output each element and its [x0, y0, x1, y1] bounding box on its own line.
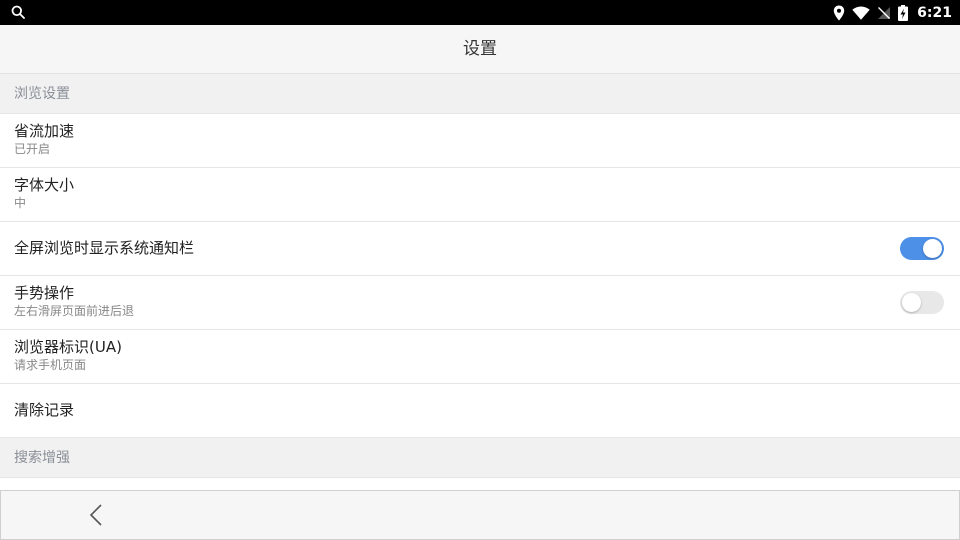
toggle-knob — [902, 293, 921, 312]
setting-title: 浏览器标识(UA) — [14, 338, 122, 356]
status-time: 6:21 — [917, 4, 952, 21]
title-bar: 设置 — [0, 25, 960, 74]
setting-gestures[interactable]: 手势操作 左右滑屏页面前进后退 — [0, 276, 960, 330]
setting-title: 全屏浏览时显示系统通知栏 — [14, 239, 195, 257]
page-title: 设置 — [463, 39, 497, 59]
status-bar: 6:21 — [0, 0, 960, 25]
status-icons: 6:21 — [833, 0, 952, 25]
setting-title: 字体大小 — [14, 176, 75, 194]
setting-title: 省流加速 — [14, 122, 75, 140]
setting-title: 清除记录 — [14, 401, 75, 419]
setting-title: 手势操作 — [14, 284, 75, 302]
toggle-knob — [923, 239, 942, 258]
wifi-icon — [852, 6, 870, 20]
location-icon — [833, 5, 845, 20]
no-sim-icon — [878, 6, 891, 19]
battery-charging-icon — [898, 4, 909, 21]
setting-subtitle: 左右滑屏页面前进后退 — [14, 304, 135, 318]
setting-user-agent[interactable]: 浏览器标识(UA) 请求手机页面 — [0, 330, 960, 384]
bottom-bar — [0, 490, 960, 540]
search-icon[interactable] — [11, 5, 25, 19]
settings-list: 浏览设置 省流加速 已开启 字体大小 中 全屏浏览时显示系统通知栏 手势操作 左… — [0, 74, 960, 478]
setting-subtitle: 中 — [14, 196, 27, 210]
section-header-browse: 浏览设置 — [0, 74, 960, 114]
setting-subtitle: 请求手机页面 — [14, 358, 87, 372]
section-header-search: 搜索增强 — [0, 438, 960, 478]
fullscreen-notification-toggle[interactable] — [900, 237, 944, 260]
setting-fullscreen-notification-bar[interactable]: 全屏浏览时显示系统通知栏 — [0, 222, 960, 276]
setting-clear-history[interactable]: 清除记录 — [0, 384, 960, 438]
setting-data-saver[interactable]: 省流加速 已开启 — [0, 114, 960, 168]
setting-font-size[interactable]: 字体大小 中 — [0, 168, 960, 222]
chevron-left-icon — [89, 504, 102, 526]
gesture-toggle[interactable] — [900, 291, 944, 314]
setting-subtitle: 已开启 — [14, 142, 51, 156]
back-button[interactable] — [79, 499, 113, 531]
